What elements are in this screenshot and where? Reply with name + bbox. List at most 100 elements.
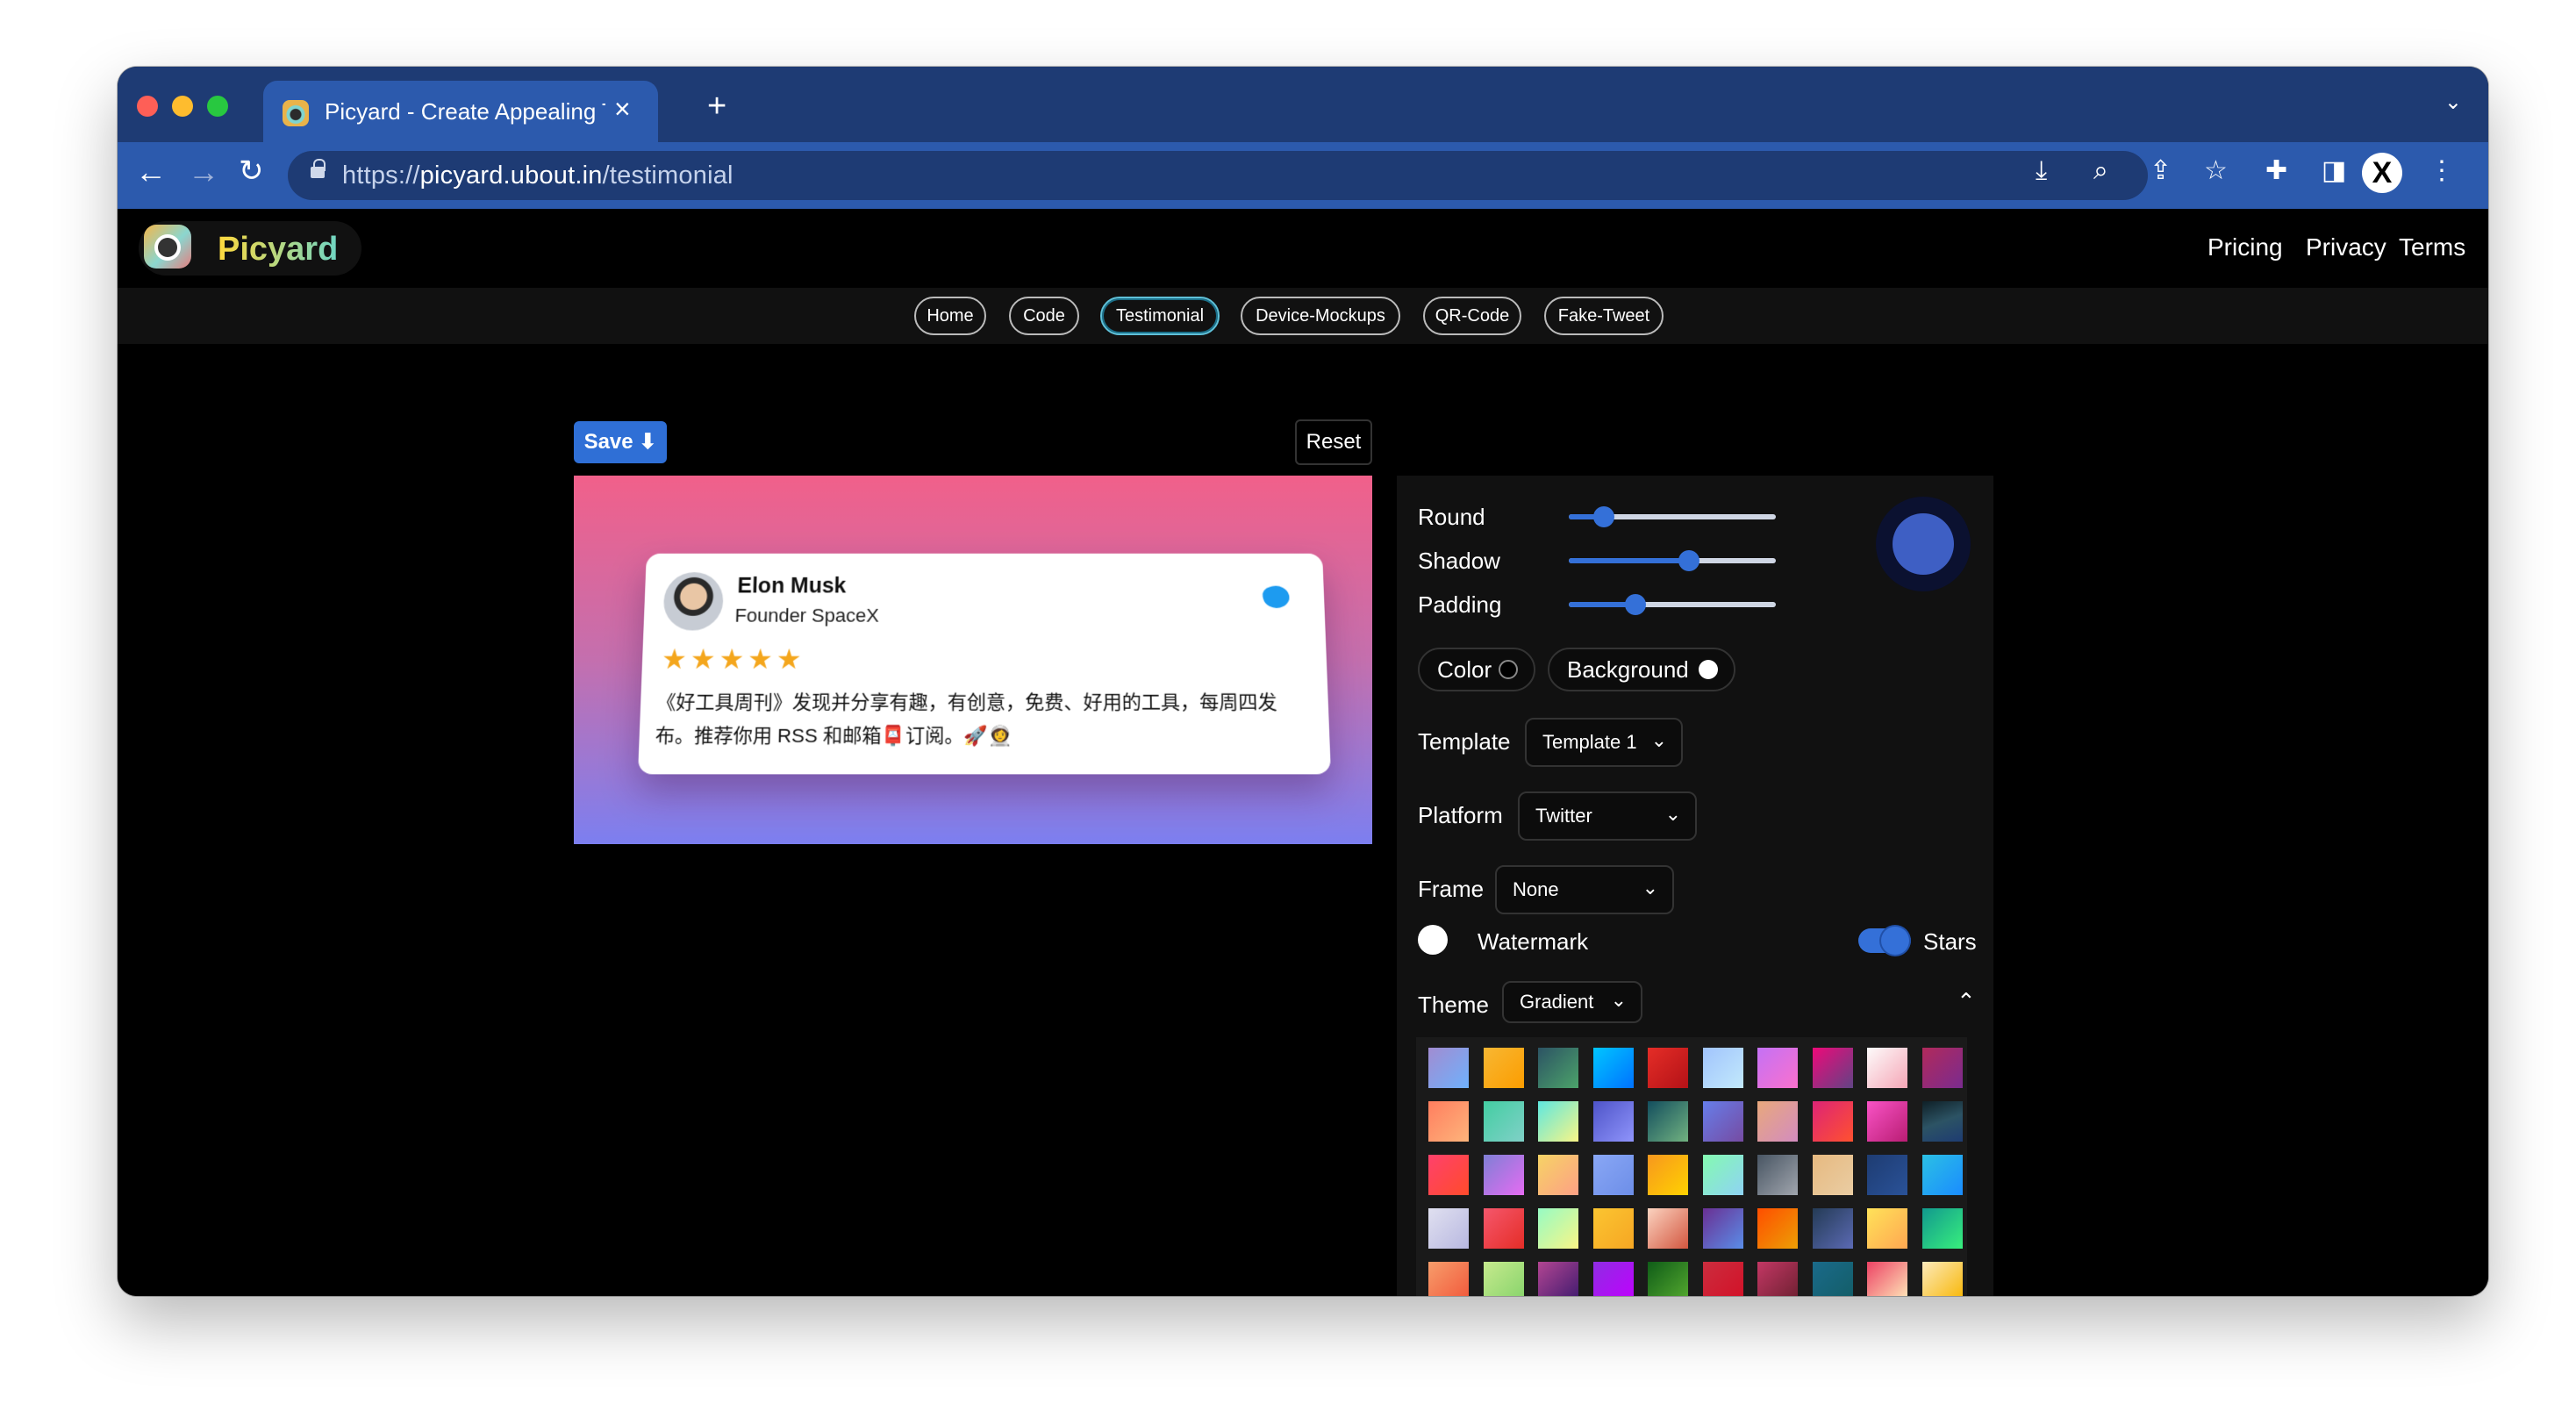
gradient-swatch[interactable] bbox=[1757, 1262, 1798, 1296]
gradient-swatch[interactable] bbox=[1867, 1048, 1907, 1088]
gradient-swatch[interactable] bbox=[1592, 1048, 1634, 1088]
gradient-swatch[interactable] bbox=[1483, 1262, 1524, 1296]
new-tab-button[interactable]: + bbox=[707, 90, 726, 123]
gradient-swatch[interactable] bbox=[1538, 1262, 1578, 1296]
site-header: Picyard Pricing Privacy Terms bbox=[118, 209, 2488, 288]
gradient-swatch[interactable] bbox=[1648, 1048, 1688, 1088]
gradient-swatch[interactable] bbox=[1921, 1155, 1963, 1195]
nav-qr-code[interactable]: QR-Code bbox=[1423, 297, 1521, 335]
platform-label: Platform bbox=[1418, 802, 1503, 828]
gradient-swatch[interactable] bbox=[1812, 1262, 1853, 1296]
round-slider[interactable] bbox=[1569, 506, 1776, 527]
gradient-swatch[interactable] bbox=[1702, 1048, 1743, 1088]
gradient-swatch[interactable] bbox=[1921, 1101, 1963, 1142]
gradient-swatch[interactable] bbox=[1867, 1262, 1907, 1296]
gradient-swatch[interactable] bbox=[1702, 1208, 1743, 1249]
terms-link[interactable]: Terms bbox=[2399, 233, 2465, 261]
more-menu-icon[interactable]: ⋮ bbox=[2429, 158, 2455, 184]
extensions-puzzle-icon[interactable]: ✚ bbox=[2265, 158, 2287, 184]
gradient-swatch[interactable] bbox=[1812, 1101, 1853, 1142]
gradient-swatch[interactable] bbox=[1428, 1262, 1469, 1296]
platform-select[interactable]: Twitter ⌄ bbox=[1518, 791, 1697, 841]
tab-close-icon[interactable]: × bbox=[614, 93, 631, 125]
background-chip[interactable]: Background bbox=[1548, 648, 1735, 691]
share-icon[interactable]: ⇪ bbox=[2150, 158, 2172, 184]
theme-value: Gradient bbox=[1520, 991, 1594, 1013]
gradient-swatch[interactable] bbox=[1921, 1262, 1963, 1296]
gradient-swatch[interactable] bbox=[1428, 1101, 1469, 1142]
browser-tab[interactable]: Picyard - Create Appealing Tes × bbox=[263, 81, 658, 142]
template-select[interactable]: Template 1 ⌄ bbox=[1525, 718, 1683, 767]
tab-search-icon[interactable]: ⌄ bbox=[2444, 90, 2462, 115]
gradient-swatch[interactable] bbox=[1812, 1208, 1853, 1249]
chevron-down-icon: ⌄ bbox=[1650, 729, 1667, 751]
gradient-swatch[interactable] bbox=[1592, 1101, 1634, 1142]
gradient-swatch[interactable] bbox=[1483, 1101, 1524, 1142]
pricing-link[interactable]: Pricing bbox=[2207, 233, 2283, 261]
reload-icon[interactable]: ↻ bbox=[239, 156, 264, 186]
gradient-swatch[interactable] bbox=[1648, 1208, 1688, 1249]
gradient-swatch[interactable] bbox=[1483, 1155, 1524, 1195]
gradient-swatch[interactable] bbox=[1648, 1101, 1688, 1142]
shadow-slider[interactable] bbox=[1569, 550, 1776, 571]
zoom-icon[interactable]: ⌕ bbox=[2093, 158, 2108, 184]
color-chip[interactable]: Color bbox=[1418, 648, 1535, 691]
gradient-swatch[interactable] bbox=[1592, 1155, 1634, 1195]
gradient-swatch[interactable] bbox=[1702, 1262, 1743, 1296]
nav-code[interactable]: Code bbox=[1009, 297, 1079, 335]
nav-testimonial[interactable]: Testimonial bbox=[1100, 297, 1220, 335]
theme-select[interactable]: Gradient ⌄ bbox=[1502, 981, 1642, 1023]
gradient-swatch[interactable] bbox=[1757, 1101, 1798, 1142]
close-window-button[interactable] bbox=[137, 96, 158, 117]
gradient-swatch[interactable] bbox=[1428, 1155, 1469, 1195]
chevron-down-icon: ⌄ bbox=[1642, 877, 1658, 899]
gradient-swatch[interactable] bbox=[1592, 1262, 1634, 1296]
gradient-swatch[interactable] bbox=[1867, 1208, 1907, 1249]
gradient-swatch[interactable] bbox=[1648, 1155, 1688, 1195]
back-arrow-icon[interactable]: ← bbox=[135, 156, 167, 188]
gradient-swatch[interactable] bbox=[1483, 1208, 1524, 1249]
gradient-swatch[interactable] bbox=[1592, 1208, 1634, 1249]
nav-device-mockups[interactable]: Device-Mockups bbox=[1241, 297, 1400, 335]
gradient-swatch[interactable] bbox=[1648, 1262, 1688, 1296]
gradient-swatch[interactable] bbox=[1428, 1208, 1469, 1249]
nav-fake-tweet[interactable]: Fake-Tweet bbox=[1544, 297, 1664, 335]
gradient-swatch[interactable] bbox=[1757, 1208, 1798, 1249]
gradient-swatch[interactable] bbox=[1867, 1155, 1907, 1195]
nav-home[interactable]: Home bbox=[914, 297, 986, 335]
profile-avatar[interactable]: X bbox=[2362, 153, 2402, 193]
color-preview-swatch[interactable] bbox=[1876, 497, 1971, 591]
install-app-icon[interactable]: ⤓ bbox=[2036, 158, 2047, 184]
gradient-swatch[interactable] bbox=[1538, 1048, 1578, 1088]
gradient-swatch[interactable] bbox=[1921, 1208, 1963, 1249]
gradient-swatch[interactable] bbox=[1702, 1101, 1743, 1142]
save-button[interactable]: Save ⬇ bbox=[574, 421, 667, 463]
address-bar[interactable]: https://picyard.ubout.in/testimonial bbox=[288, 151, 2148, 200]
reset-button[interactable]: Reset bbox=[1295, 419, 1372, 465]
frame-select[interactable]: None ⌄ bbox=[1495, 865, 1674, 914]
chevron-up-icon[interactable]: ⌃ bbox=[1957, 988, 1976, 1015]
brand-logo[interactable]: Picyard bbox=[139, 221, 361, 276]
watermark-toggle[interactable] bbox=[1418, 925, 1448, 955]
gradient-swatch[interactable] bbox=[1702, 1155, 1743, 1195]
padding-slider[interactable] bbox=[1569, 594, 1776, 615]
gradient-swatch[interactable] bbox=[1538, 1101, 1578, 1142]
stars-toggle[interactable] bbox=[1858, 927, 1911, 955]
gradient-swatch[interactable] bbox=[1538, 1208, 1578, 1249]
gradient-swatch[interactable] bbox=[1812, 1048, 1853, 1088]
template-value: Template 1 bbox=[1542, 731, 1637, 753]
gradient-swatch[interactable] bbox=[1757, 1155, 1798, 1195]
minimize-window-button[interactable] bbox=[172, 96, 193, 117]
gradient-swatch[interactable] bbox=[1538, 1155, 1578, 1195]
gradient-swatch[interactable] bbox=[1812, 1155, 1853, 1195]
gradient-swatch[interactable] bbox=[1921, 1048, 1963, 1088]
gradient-swatch[interactable] bbox=[1757, 1048, 1798, 1088]
bookmark-star-icon[interactable]: ☆ bbox=[2204, 158, 2228, 184]
gradient-swatch[interactable] bbox=[1428, 1048, 1469, 1088]
maximize-window-button[interactable] bbox=[207, 96, 228, 117]
privacy-link[interactable]: Privacy bbox=[2306, 233, 2386, 261]
side-panel-icon[interactable]: ◨ bbox=[2322, 158, 2346, 184]
gradient-swatch[interactable] bbox=[1483, 1048, 1524, 1088]
forward-arrow-icon[interactable]: → bbox=[188, 156, 219, 188]
gradient-swatch[interactable] bbox=[1867, 1101, 1907, 1142]
